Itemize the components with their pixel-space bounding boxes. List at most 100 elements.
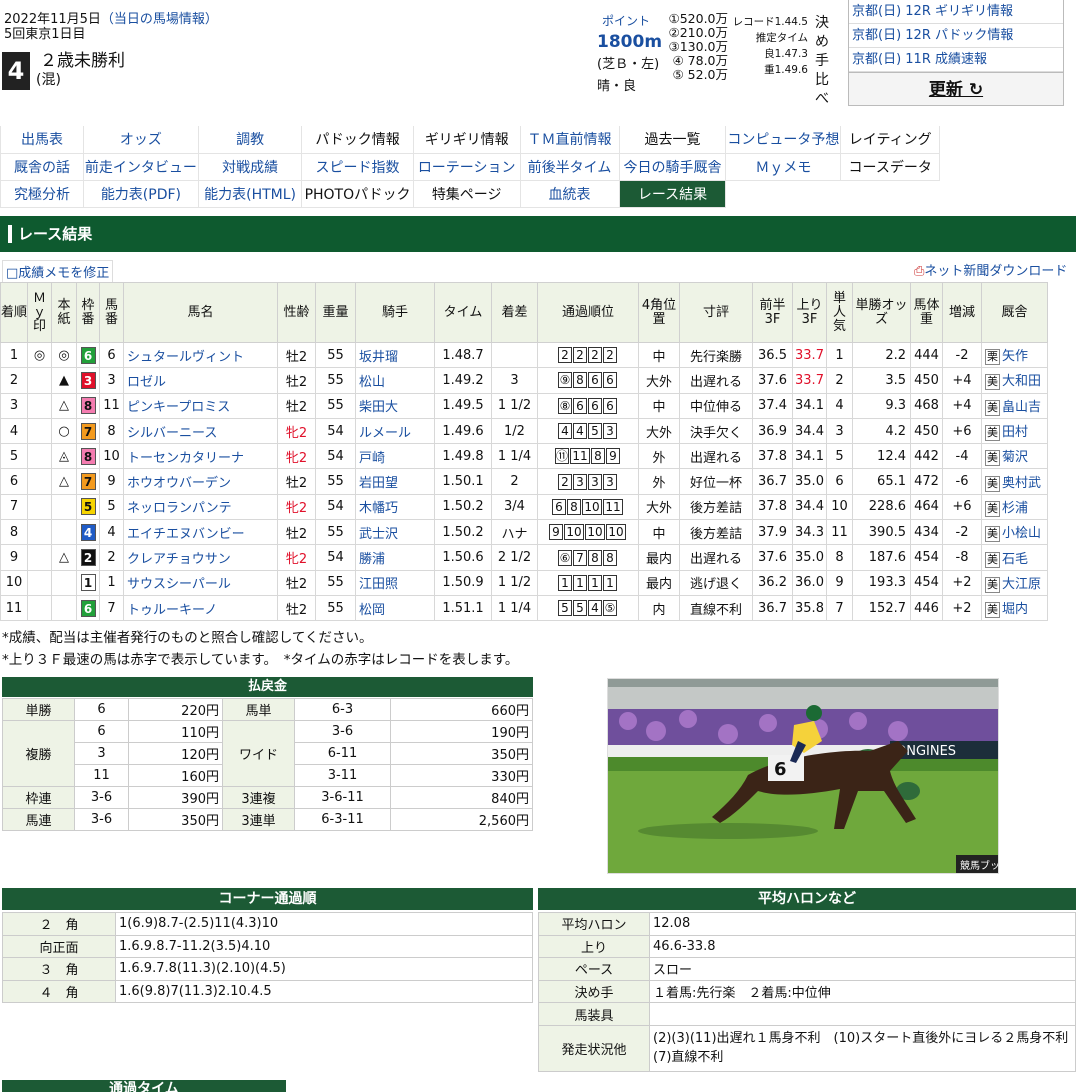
jockey-link[interactable]: 木幡巧 [355, 493, 435, 521]
menu-race-result[interactable]: レース結果 [618, 180, 727, 208]
menu-entries[interactable]: 出馬表 [0, 126, 84, 154]
trainer-cell[interactable]: 美石毛 [981, 544, 1048, 571]
my-mark[interactable] [27, 544, 52, 571]
horse-name-link[interactable]: トーセンカタリーナ [123, 443, 278, 470]
win-odds: 228.6 [852, 493, 911, 521]
popularity: 11 [826, 519, 853, 546]
jockey-link[interactable]: 江田照 [355, 569, 435, 596]
horse-name-link[interactable]: クレアチョウサン [123, 544, 278, 571]
weight-diff: +2 [942, 569, 982, 596]
menu-analysis[interactable]: 究極分析 [0, 180, 84, 208]
my-mark[interactable] [27, 594, 52, 622]
my-mark[interactable] [27, 493, 52, 521]
menu-course-data[interactable]: コースデータ [840, 153, 940, 181]
horse-name-link[interactable]: シュタールヴィント [123, 341, 278, 369]
my-mark[interactable] [27, 468, 52, 495]
trainer-cell[interactable]: 美大和田 [981, 367, 1048, 394]
menu-head-to-head[interactable]: 対戦成績 [197, 153, 303, 181]
menu-past-list[interactable]: 過去一覧 [618, 126, 727, 154]
menu-last-minute[interactable]: ギリギリ情報 [412, 126, 521, 154]
region-tag: 美 [985, 374, 1000, 391]
menu-speed-index[interactable]: スピード指数 [301, 153, 414, 181]
jockey-link[interactable]: 松岡 [355, 594, 435, 622]
passing-position: 6 [588, 372, 602, 389]
menu-odds[interactable]: オッズ [82, 126, 199, 154]
jockey-link[interactable]: 柴田大 [355, 392, 435, 419]
horse-name-link[interactable]: トゥルーキーノ [123, 594, 278, 622]
menu-training[interactable]: 調教 [197, 126, 303, 154]
horse-name-link[interactable]: シルバーニース [123, 417, 278, 445]
jockey-link[interactable]: 松山 [355, 367, 435, 394]
horse-name-link[interactable]: ホウオウバーデン [123, 468, 278, 495]
jockey-link[interactable]: 岩田望 [355, 468, 435, 495]
download-link[interactable]: ⎙ネット新聞ダウンロード [914, 260, 1067, 279]
menu-stable-talk[interactable]: 厩舎の話 [0, 153, 84, 181]
margin: 1 1/2 [491, 392, 538, 419]
body-weight: 442 [910, 443, 943, 470]
horse-name-link[interactable]: エイチエヌバンビー [123, 519, 278, 546]
menu-computer-pick[interactable]: コンピュータ予想 [725, 126, 842, 154]
jockey-link[interactable]: 戸崎 [355, 443, 435, 470]
menu-my-memo[interactable]: Ｍｙメモ [725, 153, 842, 181]
update-button[interactable]: 更新 ↻ [848, 72, 1064, 106]
trainer-cell[interactable]: 美畠山吉 [981, 392, 1048, 419]
prize-list: ①520.0万 ②210.0万 ③130.0万 ④ 78.0万 ⑤ 52.0万 [662, 12, 729, 82]
menu-rotation[interactable]: ローテーション [412, 153, 521, 181]
menu-jockey-stable[interactable]: 今日の騎手厩舎 [618, 153, 727, 181]
my-mark[interactable] [27, 392, 52, 419]
trainer-name: 小桧山 [1002, 526, 1042, 542]
weight-diff: -4 [942, 443, 982, 470]
weight-diff: +2 [942, 594, 982, 622]
trainer-cell[interactable]: 美小桧山 [981, 519, 1048, 546]
trainer-cell[interactable]: 美大江原 [981, 569, 1048, 596]
jockey-link[interactable]: 勝浦 [355, 544, 435, 571]
jockey-link[interactable]: ルメール [355, 417, 435, 445]
menu-special[interactable]: 特集ページ [412, 180, 521, 208]
horse-name-link[interactable]: ネッロランパンテ [123, 493, 278, 521]
news-link[interactable]: 京都(日) 12R パドック情報 [849, 24, 1063, 48]
jockey-link[interactable]: 坂井瑠 [355, 341, 435, 369]
my-mark[interactable] [27, 519, 52, 546]
my-mark[interactable]: ◎ [27, 341, 52, 369]
menu-ability-html[interactable]: 能力表(HTML) [197, 180, 303, 208]
menu-pedigree[interactable]: 血統表 [519, 180, 620, 208]
my-mark[interactable] [27, 443, 52, 470]
menu-half-times[interactable]: 前後半タイム [519, 153, 620, 181]
win-odds: 152.7 [852, 594, 911, 622]
trainer-cell[interactable]: 美菊沢 [981, 443, 1048, 470]
my-mark[interactable] [27, 417, 52, 445]
menu-photo-paddock[interactable]: PHOTOパドック [301, 180, 414, 208]
menu-interview[interactable]: 前走インタビュー [82, 153, 199, 181]
memo-edit-link[interactable]: □成績メモを修正 [2, 260, 114, 283]
payout-combo: 6-3 [294, 698, 391, 721]
trainer-cell[interactable]: 美奥村武 [981, 468, 1048, 495]
passing-position: ⑤ [603, 600, 617, 617]
menu-ability-pdf[interactable]: 能力表(PDF) [82, 180, 199, 208]
paper-mark: ▲ [51, 367, 77, 394]
trainer-cell[interactable]: 美杉浦 [981, 493, 1048, 521]
sex-age: 牡2 [277, 519, 316, 546]
menu-paddock[interactable]: パドック情報 [301, 126, 414, 154]
horse-name-link[interactable]: ロゼル [123, 367, 278, 394]
news-link[interactable]: 京都(日) 11R 成績速報 [849, 48, 1063, 72]
horse-name-link[interactable]: ピンキープロミス [123, 392, 278, 419]
trainer-cell[interactable]: 美堀内 [981, 594, 1048, 622]
payout-combo: 3-6 [74, 786, 129, 809]
corner-title: コーナー通過順 [2, 888, 533, 910]
sex-age: 牡2 [277, 341, 316, 369]
jockey-link[interactable]: 武士沢 [355, 519, 435, 546]
trainer-cell[interactable]: 美田村 [981, 417, 1048, 445]
table-row: 2 ▲ 3 3 ロゼル 牡2 55 松山 1.49.2 3 ⑨ 8 6 6 大外 出遅れる 37.6 33.7 2 3… [0, 367, 1048, 394]
column-header: 重量 [315, 282, 356, 343]
track-info-link[interactable]: （当日の馬場情報） [101, 12, 218, 27]
menu-rating[interactable]: レイティング [840, 126, 940, 154]
carried-weight: 55 [315, 519, 356, 546]
my-mark[interactable] [27, 367, 52, 394]
horse-number: 4 [99, 519, 124, 546]
trainer-cell[interactable]: 栗矢作 [981, 341, 1048, 369]
my-mark[interactable] [27, 569, 52, 596]
passing-position: ⑨ [558, 372, 572, 389]
horse-name-link[interactable]: サウスシーパール [123, 569, 278, 596]
news-link[interactable]: 京都(日) 12R ギリギリ情報 [849, 0, 1063, 24]
menu-tm-info[interactable]: ＴＭ直前情報 [519, 126, 620, 154]
